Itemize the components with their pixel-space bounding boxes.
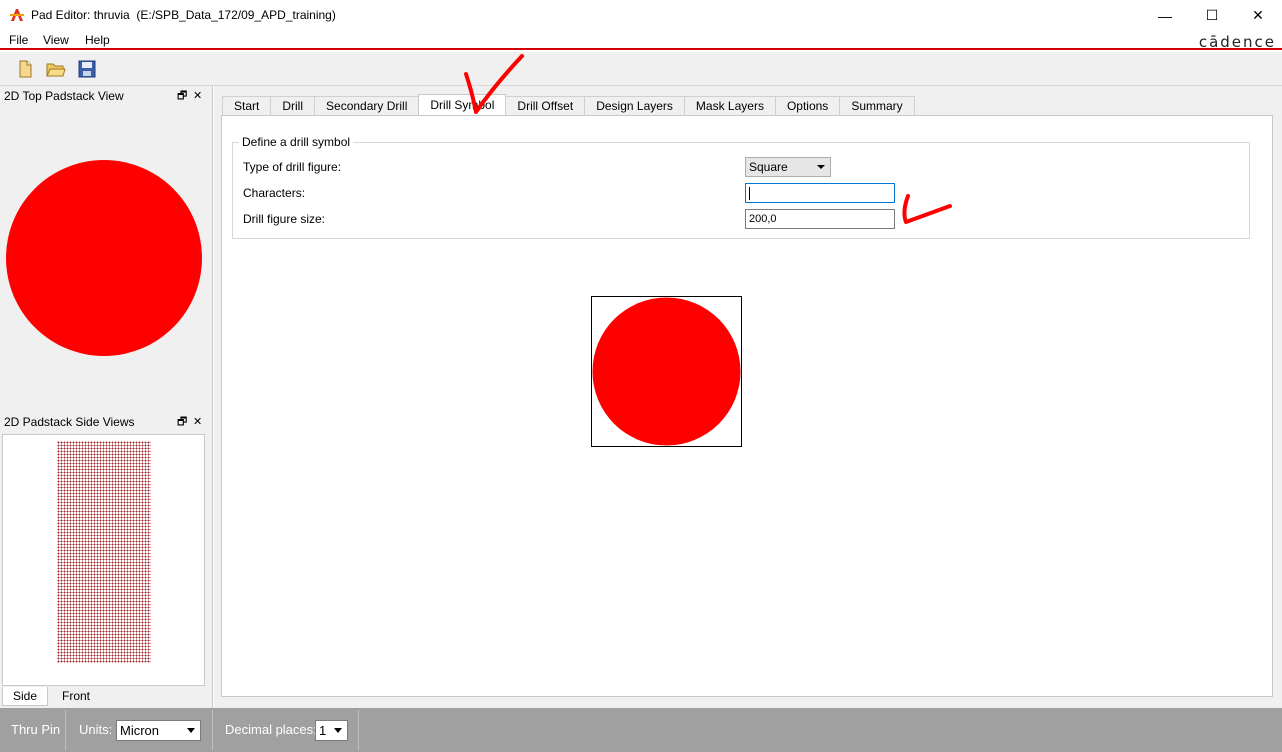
units-value: Micron	[120, 723, 160, 738]
window-title: Pad Editor: thruvia (E:/SPB_Data_172/09_…	[31, 8, 336, 22]
units-label: Units:	[79, 722, 113, 737]
tab-side[interactable]: Side	[2, 687, 49, 706]
tab-secondary-drill[interactable]: Secondary Drill	[314, 96, 420, 115]
toolbar	[0, 52, 1282, 86]
close-icon: ✕	[1252, 7, 1264, 23]
open-folder-icon	[46, 63, 66, 77]
new-file-icon	[19, 60, 32, 78]
chevron-down-icon	[187, 728, 195, 733]
status-divider	[65, 710, 66, 750]
save-icon	[78, 60, 96, 78]
decimal-places-select[interactable]: 1	[315, 720, 348, 741]
tab-drill-symbol[interactable]: Drill Symbol	[418, 94, 507, 115]
cadence-logo: cādence	[1198, 33, 1276, 51]
minimize-icon: —	[1158, 7, 1172, 24]
main-editor-area: Start Drill Secondary Drill Drill Symbol…	[214, 86, 1282, 708]
new-button[interactable]	[13, 58, 37, 80]
save-button[interactable]	[75, 58, 99, 80]
pad-editor-app-icon	[10, 9, 24, 21]
maximize-button[interactable]: ☐	[1189, 0, 1235, 31]
text-caret	[749, 186, 750, 200]
menu-view[interactable]: View	[43, 33, 69, 47]
tab-start[interactable]: Start	[222, 96, 272, 115]
menu-file[interactable]: File	[9, 33, 28, 47]
tab-mask-layers[interactable]: Mask Layers	[683, 96, 776, 115]
close-button[interactable]: ✕	[1235, 0, 1281, 31]
menu-help[interactable]: Help	[85, 33, 110, 47]
chevron-down-icon	[334, 728, 342, 733]
top-view-canvas	[6, 160, 202, 356]
float-icon[interactable]: 🗗	[177, 413, 187, 431]
status-bar: Thru Pin Units: Micron Decimal places: 1	[0, 708, 1282, 752]
side-padstack-view	[2, 434, 205, 686]
top-view-pad	[6, 160, 202, 356]
padstack-mode: Thru Pin	[11, 722, 61, 737]
minimize-button[interactable]: —	[1142, 0, 1188, 31]
tab-design-layers[interactable]: Design Layers	[584, 96, 685, 115]
chevron-down-icon	[817, 165, 825, 169]
drill-symbol-panel: Define a drill symbol Type of drill figu…	[221, 115, 1273, 697]
status-divider	[358, 710, 359, 750]
tab-bar: Start Drill Secondary Drill Drill Symbol…	[222, 94, 915, 115]
characters-input[interactable]	[745, 183, 895, 203]
type-of-drill-figure-label: Type of drill figure:	[243, 160, 342, 174]
tab-front[interactable]: Front	[52, 687, 100, 706]
top-padstack-view	[2, 106, 209, 412]
side-view-dock-header: 2D Padstack Side Views 🗗 ✕	[2, 413, 207, 431]
menu-bar: File View Help cādence	[0, 31, 1282, 51]
preview-canvas	[592, 297, 741, 446]
preview-drill-circle	[592, 297, 741, 446]
status-divider	[212, 710, 213, 750]
top-view-dock-header: 2D Top Padstack View 🗗 ✕	[2, 87, 207, 105]
decimal-places-label: Decimal places:	[225, 722, 317, 737]
left-dock-panel: 2D Top Padstack View 🗗 ✕ 2D Padstack Sid…	[0, 86, 213, 708]
characters-label: Characters:	[243, 186, 306, 200]
tab-drill[interactable]: Drill	[270, 96, 316, 115]
drill-figure-size-label: Drill figure size:	[243, 212, 326, 226]
drill-symbol-group: Define a drill symbol Type of drill figu…	[232, 135, 1250, 239]
group-title: Define a drill symbol	[239, 135, 354, 149]
dock-close-icon[interactable]: ✕	[193, 87, 202, 105]
tab-summary[interactable]: Summary	[839, 96, 915, 115]
drill-figure-type-select[interactable]: Square	[745, 157, 831, 177]
float-icon[interactable]: 🗗	[177, 87, 187, 105]
decimal-places-value: 1	[319, 723, 327, 738]
tab-options[interactable]: Options	[774, 96, 841, 115]
drill-symbol-preview	[591, 296, 742, 447]
units-select[interactable]: Micron	[116, 720, 201, 741]
side-view-title: 2D Padstack Side Views	[4, 415, 135, 429]
side-view-drill-hatch	[57, 441, 151, 663]
drill-figure-size-input[interactable]: 200,0	[745, 209, 895, 229]
title-bar: Pad Editor: thruvia (E:/SPB_Data_172/09_…	[0, 0, 1282, 31]
drill-figure-type-value: Square	[749, 160, 788, 174]
open-button[interactable]	[44, 58, 68, 80]
dock-close-icon[interactable]: ✕	[193, 413, 202, 431]
tab-drill-offset[interactable]: Drill Offset	[505, 96, 586, 115]
top-view-title: 2D Top Padstack View	[4, 89, 124, 103]
maximize-icon: ☐	[1205, 7, 1219, 23]
drill-figure-size-value: 200,0	[749, 213, 777, 225]
